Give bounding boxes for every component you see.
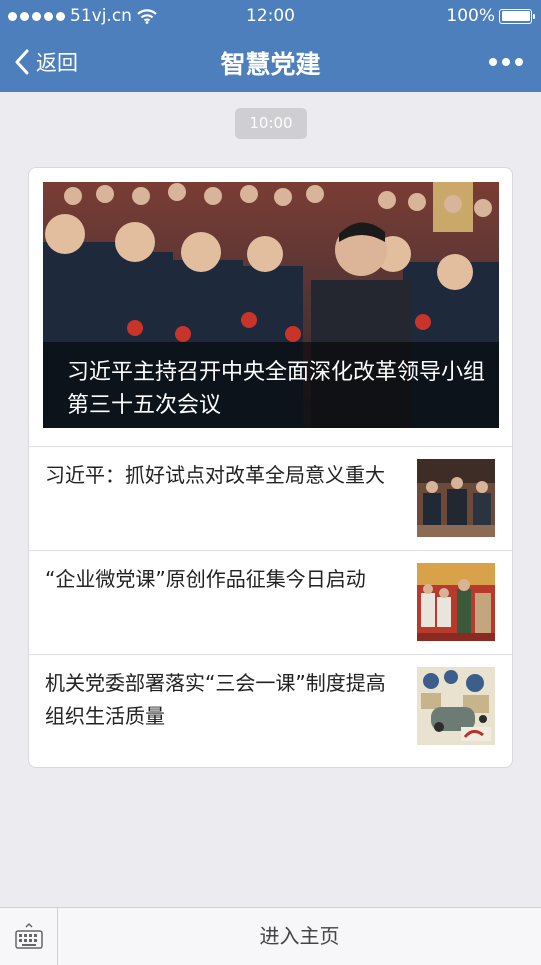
status-left: 51vj.cn: [8, 6, 157, 26]
back-button[interactable]: 返回: [14, 47, 78, 77]
status-bar: 51vj.cn 12:00 100%: [0, 0, 541, 32]
ellipsis-icon: [489, 58, 497, 66]
battery-level: [501, 11, 530, 21]
article-card: 习近平主持召开中央全面深化改革领导小组第三十五次会议 习近平：抓好试点对改革全局…: [28, 167, 513, 768]
article-title: 机关党委部署落实“三会一课”制度提高组织生活质量: [45, 671, 386, 728]
article-item[interactable]: 习近平：抓好试点对改革全局意义重大: [29, 446, 512, 550]
more-button[interactable]: [489, 58, 523, 66]
nav-bar: 返回 智慧党建: [0, 32, 541, 92]
cover-article[interactable]: 习近平主持召开中央全面深化改革领导小组第三十五次会议: [43, 182, 499, 428]
article-item[interactable]: “企业微党课”原创作品征集今日启动: [29, 550, 512, 654]
article-item[interactable]: 机关党委部署落实“三会一课”制度提高组织生活质量: [29, 654, 512, 758]
article-thumbnail: [417, 459, 495, 537]
back-label: 返回: [36, 51, 78, 75]
battery-percent: 100%: [446, 6, 495, 26]
carrier-name: 51vj.cn: [70, 6, 132, 26]
keyboard-icon: [14, 922, 43, 949]
battery-icon: [499, 8, 535, 24]
signal-strength-icon: [8, 11, 65, 21]
status-right: 100%: [446, 6, 535, 26]
message-timestamp: 10:00: [235, 108, 307, 139]
bottom-menu-bar: 进入主页: [0, 907, 541, 965]
cover-title: 习近平主持召开中央全面深化改革领导小组第三十五次会议: [43, 342, 499, 428]
article-title: “企业微党课”原创作品征集今日启动: [45, 567, 366, 591]
wifi-icon: [137, 8, 157, 24]
article-thumbnail: [417, 667, 495, 745]
keyboard-toggle-button[interactable]: [0, 908, 58, 965]
page-title: 智慧党建: [220, 50, 321, 79]
article-thumbnail: [417, 563, 495, 641]
article-title: 习近平：抓好试点对改革全局意义重大: [45, 463, 385, 487]
enter-homepage-button[interactable]: 进入主页: [58, 908, 541, 965]
chevron-left-icon: [15, 49, 29, 75]
